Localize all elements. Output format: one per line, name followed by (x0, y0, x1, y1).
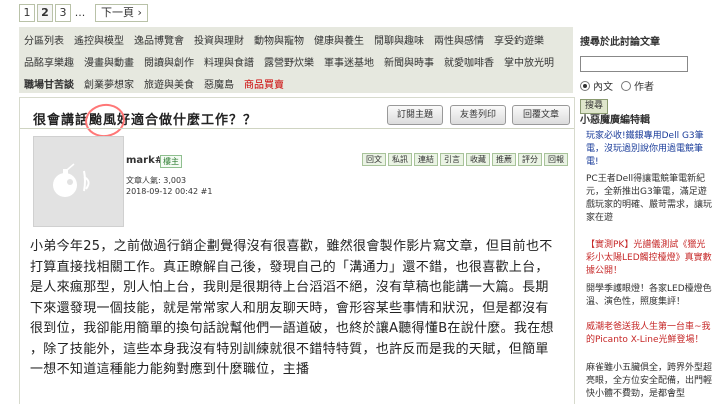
category-link[interactable]: 就愛咖啡香 (444, 58, 494, 69)
thread-title: 很會講話颱風好適合做什麼工作？？ (33, 113, 258, 128)
pagination-ellipsis: ... (73, 5, 87, 21)
category-link-hot[interactable]: 商品買賣 (244, 80, 284, 91)
category-link[interactable]: 新聞與時事 (384, 58, 434, 69)
radio-author-label: 作者 (634, 82, 654, 93)
reply-button[interactable]: 回覆文章 (512, 105, 570, 125)
next-page-button[interactable]: 下一頁 › (95, 4, 148, 22)
category-link[interactable]: 健康與養生 (314, 36, 364, 47)
quote-reply-button[interactable]: 回文 (362, 153, 386, 166)
link-button[interactable]: 連結 (414, 153, 438, 166)
category-link[interactable]: 品酩享樂趣 (24, 58, 74, 69)
post-body: 小弟今年25，之前做過行銷企劃覺得沒有很喜歡，雖然很會製作影片寫文章，但目前也不… (30, 239, 554, 377)
post-floor: #1 (200, 187, 213, 196)
promo-item-title[interactable]: 玩家必收!鐵銀專用Dell G3筆電，沒玩過別說你用過電競筆電! (586, 130, 712, 169)
promo-item-title[interactable]: 威潮老爸送我人生第一台車~我的Picanto X-Line光鮮登場！ (586, 321, 712, 347)
category-link[interactable]: 創業夢想家 (84, 80, 134, 91)
report-button[interactable]: 回報 (544, 153, 568, 166)
view-count: 文章人氣: 3,003 (126, 176, 187, 185)
category-link[interactable]: 兩性與感情 (434, 36, 484, 47)
avatar[interactable] (33, 136, 124, 227)
category-link[interactable]: 遙控與模型 (74, 36, 124, 47)
post-timestamp: 2018-09-12 00:42 (126, 187, 199, 196)
page-link-1[interactable]: 1 (19, 4, 35, 22)
category-link[interactable]: 動物與寵物 (254, 36, 304, 47)
avatar-bomb-icon (53, 163, 90, 197)
rate-button[interactable]: 評分 (518, 153, 542, 166)
category-link[interactable]: 惡魔島 (204, 80, 234, 91)
divider (20, 128, 574, 129)
print-button[interactable]: 友善列印 (450, 105, 506, 125)
category-link[interactable]: 投資與理財 (194, 36, 244, 47)
thread-panel: 很會講話颱風好適合做什麼工作？？ 訂閱主題 友善列印 回覆文章 mark# 樓主… (19, 97, 575, 404)
author-level-badge: 樓主 (160, 155, 182, 168)
radio-author[interactable] (621, 80, 631, 91)
search-input[interactable] (580, 56, 688, 72)
search-title: 搜尋於此討論文章 (580, 37, 660, 48)
radio-content-label: 內文 (593, 82, 613, 93)
category-link[interactable]: 分區列表 (24, 36, 64, 47)
category-link[interactable]: 享受釣遊樂 (494, 36, 544, 47)
author-name[interactable]: mark# (126, 155, 163, 166)
category-row: 品酩享樂趣 漫畫與動畫 閱讀與創作 料理與食譜 露營野炊樂 軍事迷基地 新聞與時事 就愛咖啡香… (24, 54, 564, 69)
promo-item-desc: PC王者Dell得讓電競筆電新紀元，全新推出G3筆電，滿足遊戲玩家的明確、嚴苛需… (586, 174, 713, 223)
favorite-button[interactable]: 收藏 (466, 153, 490, 166)
category-link[interactable]: 職場甘苦談 (24, 80, 74, 91)
subscribe-button[interactable]: 訂閱主題 (387, 105, 443, 125)
category-link[interactable]: 閒聊與趣味 (374, 36, 424, 47)
category-link[interactable]: 軍事迷基地 (324, 58, 374, 69)
category-link[interactable]: 料理與食譜 (204, 58, 254, 69)
sidebar: 搜尋於此討論文章 內文 作者 搜尋 小惡魔廣編特輯 玩家必收!鐵銀專用Dell … (580, 27, 712, 399)
private-message-button[interactable]: 私訊 (388, 153, 412, 166)
cite-button[interactable]: 引言 (440, 153, 464, 166)
highlight-circle (82, 101, 128, 140)
category-panel: 分區列表 遙控與模型 逸品博覽會 投資與理財 動物與寵物 健康與養生 閒聊與趣味 兩性與感情享… (19, 27, 573, 93)
category-link[interactable]: 逸品博覽會 (134, 36, 184, 47)
promo-item-desc: 麻雀雖小五臟俱全，跨界外型超亮眼，全方位安全配備，出門輕快小體不費勁，是都會型 (586, 363, 713, 399)
search-scope: 內文 作者 (580, 78, 710, 93)
category-link[interactable]: 掌中放光明 (504, 58, 554, 69)
category-row: 分區列表 遙控與模型 逸品博覽會 投資與理財 動物與寵物 健康與養生 閒聊與趣味 兩性與感情享… (24, 32, 554, 47)
promo-item-title[interactable]: 【實測PK】光譜儀測試《獵光彩小太陽LED觸控檯燈》真實數據公開！ (586, 239, 712, 278)
category-link[interactable]: 漫畫與動畫 (84, 58, 134, 69)
post-actions: 回文 私訊 連結 引言 收藏 推薦 評分 回報 (360, 153, 568, 166)
pagination: 1 2 3 ... 下一頁 › (19, 4, 150, 22)
page-link-2[interactable]: 2 (37, 4, 53, 22)
recommend-button[interactable]: 推薦 (492, 153, 516, 166)
category-row: 職場甘苦談 創業夢想家 旅遊與美食 惡魔島 商品買賣 (24, 76, 294, 91)
radio-content[interactable] (580, 80, 590, 91)
page-link-3[interactable]: 3 (55, 4, 71, 22)
category-link[interactable]: 露營野炊樂 (264, 58, 314, 69)
promo-item-desc: 開學季護眼燈！各家LED檯燈色溫、演色性，照度集評！ (586, 284, 712, 307)
category-link[interactable]: 閱讀與創作 (144, 58, 194, 69)
post-meta: 文章人氣: 3,003 2018-09-12 00:42 #1 (126, 175, 212, 197)
promo-section-title: 小惡魔廣編特輯 (580, 115, 650, 126)
category-link[interactable]: 旅遊與美食 (144, 80, 194, 91)
